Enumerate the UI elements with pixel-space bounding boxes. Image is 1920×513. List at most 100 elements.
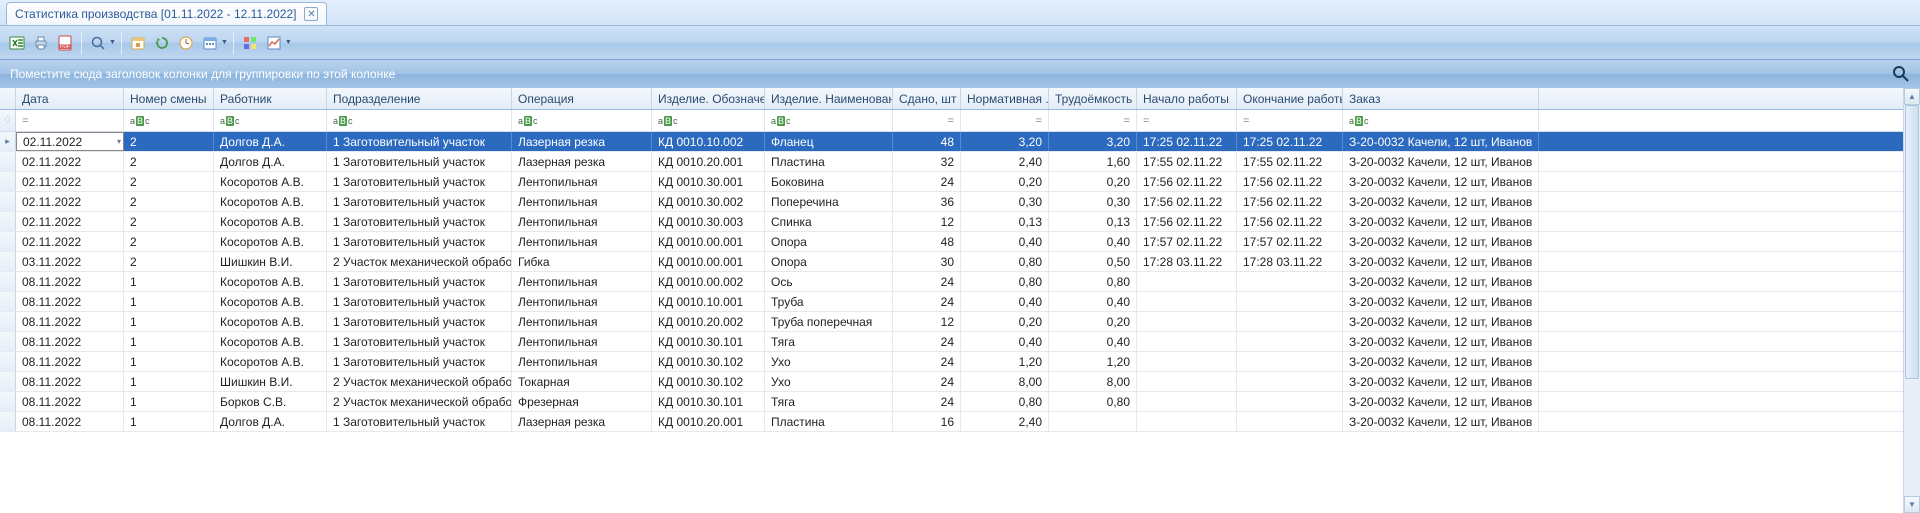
- table-row[interactable]: 02.11.20222Косоротов А.В.1 Заготовительн…: [0, 232, 1920, 252]
- col-item-name[interactable]: Изделие. Наименование: [765, 88, 893, 109]
- calendar-icon[interactable]: [199, 32, 221, 54]
- filter-qty[interactable]: =: [893, 110, 961, 131]
- col-norm[interactable]: Нормативная ...: [961, 88, 1049, 109]
- zoom-dropdown-icon[interactable]: ▼: [109, 39, 116, 46]
- search-icon[interactable]: [1892, 65, 1910, 83]
- cell-op: Гибка: [512, 252, 652, 271]
- filter-start[interactable]: =: [1137, 110, 1237, 131]
- today-icon[interactable]: [127, 32, 149, 54]
- cell-name: Ось: [765, 272, 893, 291]
- cell-date: 02.11.2022: [16, 152, 124, 171]
- cell-labor: 0,20: [1049, 172, 1137, 191]
- chart-dropdown-icon[interactable]: ▼: [285, 39, 292, 46]
- cell-shift: 2: [124, 192, 214, 211]
- filter-order[interactable]: aBc: [1343, 110, 1539, 131]
- table-row[interactable]: 08.11.20221Косоротов А.В.1 Заготовительн…: [0, 312, 1920, 332]
- cell-end: 17:56 02.11.22: [1237, 192, 1343, 211]
- col-worker[interactable]: Работник: [214, 88, 327, 109]
- chart-icon[interactable]: [263, 32, 285, 54]
- cell-code: КД 0010.30.102: [652, 372, 765, 391]
- table-row[interactable]: 08.11.20221Шишкин В.И.2 Участок механиче…: [0, 372, 1920, 392]
- cell-worker: Косоротов А.В.: [214, 172, 327, 191]
- date-dropdown-icon[interactable]: ▾: [117, 137, 121, 146]
- calendar-dropdown-icon[interactable]: ▼: [221, 39, 228, 46]
- cell-end: 17:56 02.11.22: [1237, 172, 1343, 191]
- cell-worker: Долгов Д.А.: [214, 152, 327, 171]
- col-shift[interactable]: Номер смены: [124, 88, 214, 109]
- cell-dept: 2 Участок механической обработки: [327, 252, 512, 271]
- table-row[interactable]: 08.11.20221Косоротов А.В.1 Заготовительн…: [0, 332, 1920, 352]
- filter-name[interactable]: aBc: [765, 110, 893, 131]
- row-indicator: [0, 392, 16, 411]
- cell-op: Токарная: [512, 372, 652, 391]
- table-row[interactable]: ▸02.11.2022▾2Долгов Д.А.1 Заготовительны…: [0, 132, 1920, 152]
- cell-worker: Косоротов А.В.: [214, 192, 327, 211]
- cell-worker: Косоротов А.В.: [214, 232, 327, 251]
- cell-norm: 2,40: [961, 412, 1049, 431]
- filter-worker[interactable]: aBc: [214, 110, 327, 131]
- tab-active[interactable]: Статистика производства [01.11.2022 - 12…: [6, 2, 327, 25]
- cell-date: 02.11.2022: [16, 212, 124, 231]
- table-row[interactable]: 08.11.20221Косоротов А.В.1 Заготовительн…: [0, 352, 1920, 372]
- col-item-code[interactable]: Изделие. Обозначе...: [652, 88, 765, 109]
- filter-dept[interactable]: aBc: [327, 110, 512, 131]
- grid-color-icon[interactable]: [239, 32, 261, 54]
- group-by-panel[interactable]: Поместите сюда заголовок колонки для гру…: [0, 60, 1920, 88]
- filter-labor[interactable]: =: [1049, 110, 1137, 131]
- col-start[interactable]: Начало работы: [1137, 88, 1237, 109]
- table-row[interactable]: 02.11.20222Косоротов А.В.1 Заготовительн…: [0, 192, 1920, 212]
- cell-qty: 24: [893, 392, 961, 411]
- cell-end: [1237, 412, 1343, 431]
- cell-op: Лентопильная: [512, 212, 652, 231]
- cell-start: [1137, 412, 1237, 431]
- refresh-icon[interactable]: [151, 32, 173, 54]
- filter-op[interactable]: aBc: [512, 110, 652, 131]
- col-date[interactable]: Дата: [16, 88, 124, 109]
- table-row[interactable]: 08.11.20221Косоротов А.В.1 Заготовительн…: [0, 292, 1920, 312]
- print-icon[interactable]: [30, 32, 52, 54]
- table-row[interactable]: 08.11.20221Долгов Д.А.1 Заготовительный …: [0, 412, 1920, 432]
- cell-start: [1137, 312, 1237, 331]
- col-qty[interactable]: Сдано, шт: [893, 88, 961, 109]
- scroll-up-icon[interactable]: ▲: [1904, 88, 1920, 105]
- cell-qty: 16: [893, 412, 961, 431]
- cell-dept: 1 Заготовительный участок: [327, 172, 512, 191]
- cell-dept: 1 Заготовительный участок: [327, 332, 512, 351]
- col-department[interactable]: Подразделение: [327, 88, 512, 109]
- cell-op: Лазерная резка: [512, 132, 652, 151]
- col-labor[interactable]: Трудоёмкость ...: [1049, 88, 1137, 109]
- filter-shift[interactable]: aBc: [124, 110, 214, 131]
- cell-shift: 1: [124, 332, 214, 351]
- filter-end[interactable]: =: [1237, 110, 1343, 131]
- cell-code: КД 0010.00.001: [652, 252, 765, 271]
- col-end[interactable]: Окончание работы: [1237, 88, 1343, 109]
- pdf-export-icon[interactable]: PDF: [54, 32, 76, 54]
- table-row[interactable]: 02.11.20222Косоротов А.В.1 Заготовительн…: [0, 212, 1920, 232]
- tab-close-icon[interactable]: ✕: [304, 7, 318, 21]
- filter-code[interactable]: aBc: [652, 110, 765, 131]
- row-indicator: [0, 212, 16, 231]
- zoom-icon[interactable]: [87, 32, 109, 54]
- filter-norm[interactable]: =: [961, 110, 1049, 131]
- table-row[interactable]: 02.11.20222Косоротов А.В.1 Заготовительн…: [0, 172, 1920, 192]
- scroll-down-icon[interactable]: ▼: [1904, 496, 1920, 513]
- scroll-track[interactable]: [1904, 105, 1920, 496]
- table-row[interactable]: 08.11.20221Косоротов А.В.1 Заготовительн…: [0, 272, 1920, 292]
- table-row[interactable]: 02.11.20222Долгов Д.А.1 Заготовительный …: [0, 152, 1920, 172]
- cell-qty: 24: [893, 272, 961, 291]
- table-row[interactable]: 03.11.20222Шишкин В.И.2 Участок механиче…: [0, 252, 1920, 272]
- scroll-thumb[interactable]: [1905, 105, 1919, 379]
- vertical-scrollbar[interactable]: ▲ ▼: [1903, 88, 1920, 513]
- excel-export-icon[interactable]: [6, 32, 28, 54]
- cell-norm: 1,20: [961, 352, 1049, 371]
- cell-labor: [1049, 412, 1137, 431]
- cell-norm: 2,40: [961, 152, 1049, 171]
- cell-norm: 3,20: [961, 132, 1049, 151]
- col-order[interactable]: Заказ: [1343, 88, 1539, 109]
- cell-order: З-20-0032 Качели, 12 шт, Иванов: [1343, 192, 1539, 211]
- cell-shift: 2: [124, 252, 214, 271]
- col-operation[interactable]: Операция: [512, 88, 652, 109]
- table-row[interactable]: 08.11.20221Борков С.В.2 Участок механиче…: [0, 392, 1920, 412]
- clock-icon[interactable]: [175, 32, 197, 54]
- filter-date[interactable]: =: [16, 110, 124, 131]
